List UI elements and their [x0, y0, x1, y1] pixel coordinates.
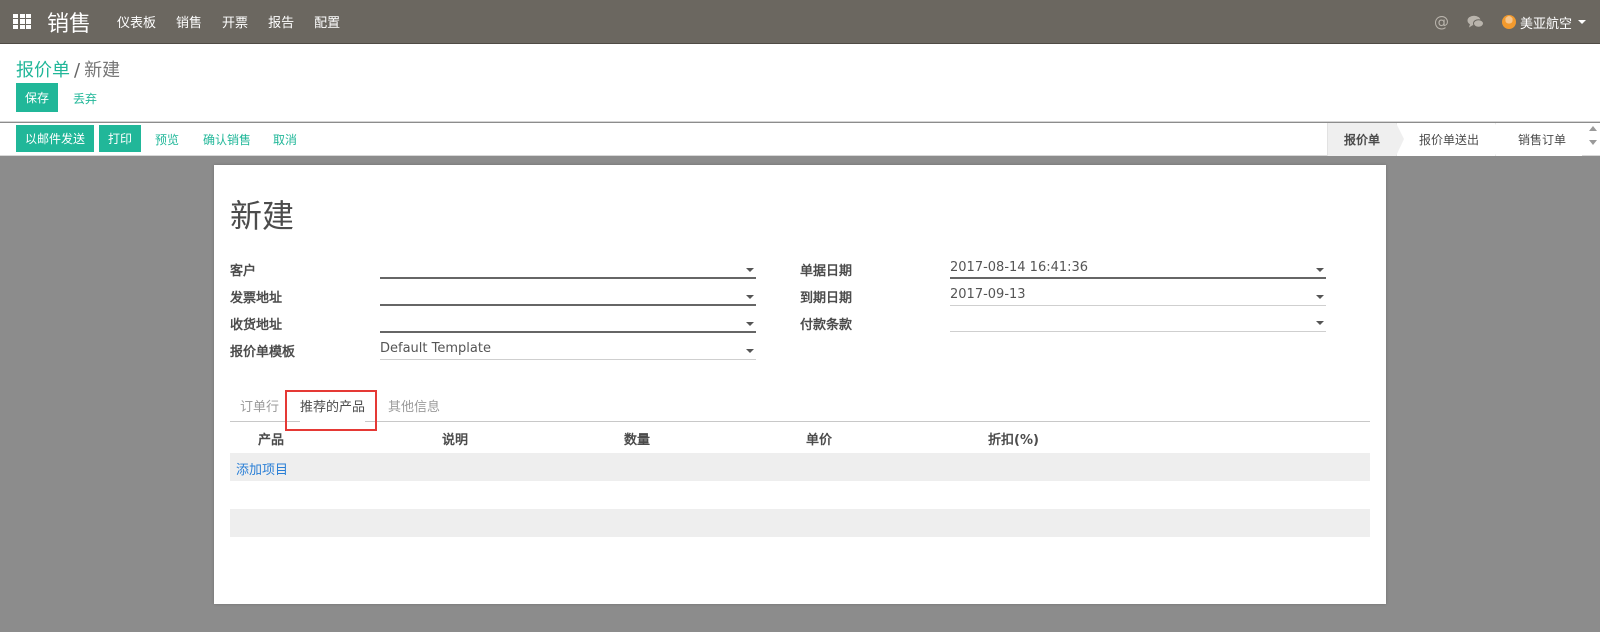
invoice-address-label: 发票地址 — [230, 291, 283, 306]
invoice-address-field[interactable] — [380, 286, 756, 306]
mention-icon[interactable]: @ — [1434, 13, 1449, 31]
dropdown-caret-icon[interactable] — [1316, 321, 1324, 325]
top-navbar: 销售 仪表板 销售 开票 报告 配置 @ 美亚航空 — [0, 0, 1600, 44]
confirm-sale-button[interactable]: 确认销售 — [203, 131, 251, 148]
form-statusbar: 以邮件发送 打印 预览 确认销售 取消 报价单 报价单送出 销售订单 — [0, 123, 1600, 156]
breadcrumb-current: 新建 — [84, 60, 121, 81]
chevron-down-icon[interactable] — [1589, 140, 1597, 145]
dropdown-caret-icon[interactable] — [1316, 295, 1324, 299]
apps-grid-icon[interactable] — [13, 13, 31, 30]
table-row: 添加项目 — [230, 453, 1370, 481]
expiration-date-label: 到期日期 — [800, 291, 853, 306]
control-panel: 报价单 / 新建 保存 丢弃 — [0, 44, 1600, 122]
breadcrumb: 报价单 / 新建 — [16, 56, 120, 82]
dropdown-caret-icon[interactable] — [746, 322, 754, 326]
chat-icon[interactable] — [1467, 15, 1484, 29]
avatar — [1501, 15, 1516, 29]
delivery-address-field[interactable] — [380, 313, 756, 333]
stage-sales-order[interactable]: 销售订单 — [1494, 123, 1582, 156]
order-date-field[interactable]: 2017-08-14 16:41:36 — [950, 259, 1326, 279]
stage-scroll-control[interactable] — [1588, 126, 1598, 145]
dropdown-caret-icon[interactable] — [746, 349, 754, 353]
add-item-link[interactable]: 添加项目 — [236, 459, 288, 478]
preview-button[interactable]: 预览 — [155, 131, 179, 148]
discard-button[interactable]: 丢弃 — [73, 90, 97, 107]
form-sheet: 新建 客户 发票地址 收货地址 报价单模板 Default Template 单… — [214, 165, 1386, 604]
menu-invoicing[interactable]: 开票 — [222, 12, 248, 31]
customer-label: 客户 — [230, 264, 257, 279]
stage-quotation[interactable]: 报价单 — [1326, 123, 1404, 156]
order-date-label: 单据日期 — [800, 264, 853, 279]
delivery-address-label: 收货地址 — [230, 318, 283, 333]
menu-dashboard[interactable]: 仪表板 — [117, 12, 156, 31]
user-name: 美亚航空 — [1519, 16, 1572, 32]
app-brand: 销售 — [47, 11, 92, 37]
record-title: 新建 — [230, 197, 295, 235]
dropdown-caret-icon[interactable] — [1316, 268, 1324, 272]
breadcrumb-separator: / — [74, 60, 81, 81]
user-menu[interactable]: 美亚航空 — [1501, 13, 1586, 32]
order-date-value: 2017-08-14 16:41:36 — [950, 260, 1089, 275]
quotation-template-label: 报价单模板 — [230, 345, 296, 360]
column-quantity[interactable]: 数量 — [624, 429, 650, 448]
tab-suggested-products[interactable]: 推荐的产品 — [300, 389, 366, 422]
tab-other-info[interactable]: 其他信息 — [388, 389, 440, 422]
top-menu: 仪表板 销售 开票 报告 配置 — [117, 12, 360, 31]
payment-terms-label: 付款条款 — [800, 318, 853, 333]
expiration-date-value: 2017-09-13 — [950, 287, 1026, 302]
payment-terms-field[interactable] — [950, 312, 1326, 332]
cancel-button[interactable]: 取消 — [273, 131, 297, 148]
menu-sales[interactable]: 销售 — [176, 12, 202, 31]
print-button[interactable]: 打印 — [99, 125, 142, 152]
dropdown-caret-icon[interactable] — [746, 268, 754, 272]
stage-quotation-sent[interactable]: 报价单送出 — [1395, 123, 1504, 156]
menu-configuration[interactable]: 配置 — [314, 12, 340, 31]
expiration-date-field[interactable]: 2017-09-13 — [950, 286, 1326, 306]
menu-reports[interactable]: 报告 — [268, 12, 294, 31]
tab-order-lines[interactable]: 订单行 — [240, 389, 279, 422]
quotation-template-field[interactable]: Default Template — [380, 340, 756, 360]
breadcrumb-quotations-link[interactable]: 报价单 — [16, 60, 70, 81]
navbar-right: @ 美亚航空 — [1434, 0, 1586, 44]
save-button[interactable]: 保存 — [16, 83, 59, 112]
dropdown-caret-icon[interactable] — [746, 295, 754, 299]
column-product[interactable]: 产品 — [258, 429, 284, 448]
table-row — [230, 509, 1370, 537]
send-by-email-button[interactable]: 以邮件发送 — [16, 125, 95, 152]
column-unit-price[interactable]: 单价 — [806, 429, 832, 448]
chevron-down-icon — [1578, 20, 1586, 24]
quotation-template-value: Default Template — [380, 341, 491, 356]
notebook-tabs: 订单行 推荐的产品 其他信息 — [230, 389, 1370, 422]
column-description[interactable]: 说明 — [442, 429, 468, 448]
customer-field[interactable] — [380, 259, 756, 279]
column-discount[interactable]: 折扣(%) — [988, 429, 1039, 448]
table-header: 产品 说明 数量 单价 折扣(%) — [230, 423, 1370, 451]
chevron-up-icon[interactable] — [1589, 126, 1597, 131]
stage-pipeline: 报价单 报价单送出 销售订单 — [1326, 123, 1582, 156]
